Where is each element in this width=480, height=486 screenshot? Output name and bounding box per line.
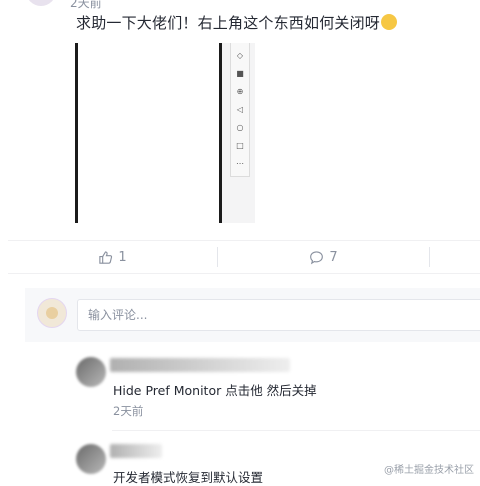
like-button[interactable]: 1 — [8, 241, 217, 273]
thumbs-up-icon — [99, 250, 113, 264]
comment-text: Hide Pref Monitor 点击他 然后关掉 — [113, 383, 317, 398]
comment-input[interactable] — [77, 299, 480, 331]
commenter-avatar[interactable] — [76, 444, 106, 474]
comment-text: 开发者模式恢复到默认设置 — [113, 470, 264, 485]
divider — [112, 430, 480, 431]
current-user-avatar — [37, 298, 67, 328]
zoom-icon: ⊕ — [236, 87, 244, 96]
post-image[interactable]: ◇ ■ ⊕ ◁ ○ □ ⋯ — [75, 43, 255, 223]
emulator-side-toolbar: ◇ ■ ⊕ ◁ ○ □ ⋯ — [230, 43, 250, 177]
watermark: @稀土掘金技术社区 — [384, 465, 474, 476]
commenter-name-blurred[interactable] — [110, 444, 162, 458]
divider — [8, 273, 480, 274]
more-icon: ⋯ — [236, 159, 244, 168]
comment-bubble-icon — [310, 250, 324, 264]
action-separator — [429, 247, 430, 267]
square-icon: □ — [236, 141, 244, 150]
comment-time: 2天前 — [113, 404, 144, 418]
phone-screen — [75, 43, 222, 223]
post-time: 2天前 — [70, 0, 102, 10]
home-icon: ○ — [236, 123, 244, 132]
rotate-icon: ◇ — [236, 51, 244, 60]
author-avatar[interactable] — [26, 0, 56, 6]
post-actions: 1 7 — [8, 241, 480, 273]
commenter-avatar[interactable] — [76, 357, 106, 387]
post-content: 求助一下大佬们！右上角这个东西如何关闭呀 — [76, 12, 398, 33]
commenter-name-blurred[interactable] — [110, 358, 290, 372]
back-icon: ◁ — [236, 105, 244, 114]
crying-laughing-emoji-icon — [381, 14, 398, 30]
comment-count: 7 — [329, 249, 338, 265]
like-count: 1 — [118, 249, 127, 265]
camera-icon: ■ — [236, 69, 244, 78]
comment-button[interactable]: 7 — [218, 241, 429, 273]
post-text: 求助一下大佬们！右上角这个东西如何关闭呀 — [76, 14, 381, 32]
comment-composer — [25, 288, 480, 342]
